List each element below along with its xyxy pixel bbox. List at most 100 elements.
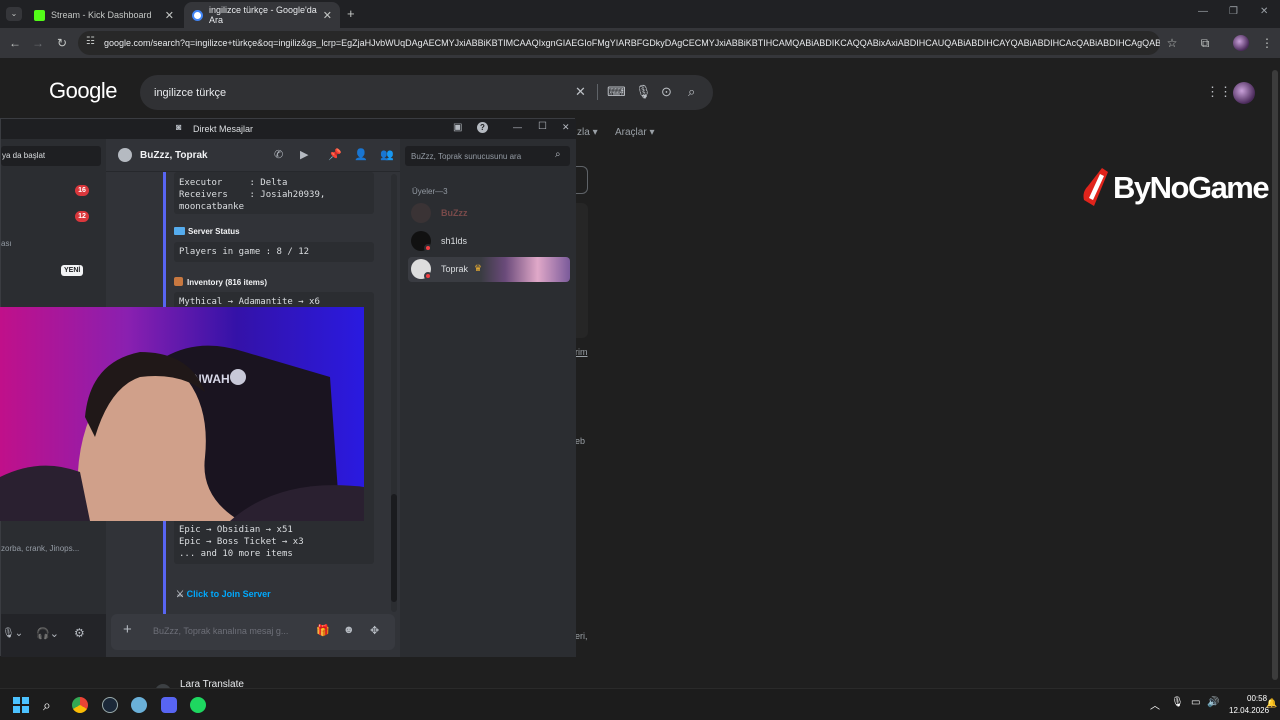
spotify-icon[interactable] [190, 697, 206, 713]
server-search-input[interactable]: BuZzz, Toprak sunucusunu ara ⌕ [405, 146, 570, 166]
gift-icon[interactable]: 🎁 [316, 624, 330, 637]
dm-search-input[interactable]: ya da başlat [1, 146, 101, 166]
join-server-link[interactable]: ⚔ Click to Join Server [176, 589, 271, 600]
windows-start-icon[interactable] [13, 697, 29, 713]
inbox-icon: ◙ [176, 122, 182, 132]
member-row[interactable]: Toprak ♛ [408, 257, 570, 282]
result-card-edge [575, 166, 588, 194]
settings-gear-icon[interactable]: ⚙ [74, 626, 85, 640]
search-icon[interactable]: ⌕ [688, 84, 695, 100]
app-icon[interactable] [131, 697, 147, 713]
lens-camera-icon[interactable]: ⊙ [661, 84, 672, 100]
clock-date[interactable]: 12.04.2026 [1229, 706, 1269, 715]
minimize-button[interactable]: — [513, 122, 522, 132]
extensions-icon[interactable]: ⧉ [1196, 34, 1214, 52]
close-window-button[interactable]: ✕ [1260, 6, 1268, 17]
bynogame-emblem [1080, 166, 1110, 210]
forward-icon[interactable]: → [29, 34, 47, 52]
crown-icon: ♛ [474, 263, 483, 273]
maximize-button[interactable]: ❐ [1229, 6, 1238, 17]
webcam-feed: NWAH [0, 307, 364, 521]
member-name: Toprak [441, 264, 469, 274]
microphone-icon[interactable]: 🎙⌄ [2, 628, 23, 639]
message-input[interactable]: BuZzz, Toprak kanalına mesaj g... [153, 626, 288, 636]
computer-icon [174, 227, 185, 235]
clear-search-icon[interactable]: ✕ [575, 84, 586, 100]
members-header: Üyeler—3 [412, 187, 448, 196]
dm-names-line[interactable]: zorba, crank, Jinops... [1, 544, 79, 553]
maximize-button[interactable]: ☐ [538, 121, 547, 132]
member-name: BuZzz [441, 208, 468, 218]
reload-icon[interactable]: ↻ [53, 34, 71, 52]
link-icon: ⚔ [176, 589, 187, 599]
member-name: sh1lds [441, 236, 468, 246]
divider [597, 84, 598, 100]
chat-scrollbar-thumb[interactable] [391, 494, 397, 602]
code-block: Executor : Delta Receivers : Josiah20939… [174, 172, 374, 214]
volume-icon[interactable]: 🔊 [1207, 697, 1219, 708]
message-composer[interactable]: + BuZzz, Toprak kanalına mesaj g... 🎁 ☻ … [111, 614, 395, 650]
bookmark-star-icon[interactable]: ☆ [1163, 34, 1181, 52]
member-list-icon[interactable]: 👥 [380, 148, 394, 161]
voice-call-icon[interactable]: ✆ [274, 148, 283, 161]
result-fragment: eb [575, 436, 586, 446]
tools-button[interactable]: Araçlar ▾ [615, 127, 655, 138]
close-icon[interactable]: ✕ [165, 9, 174, 22]
member-row[interactable]: sh1lds [408, 229, 570, 253]
tab-kick-dashboard[interactable]: Stream - Kick Dashboard ✕ [26, 2, 182, 28]
back-icon[interactable]: ← [6, 34, 24, 52]
bynogame-logo: ByNoGame [1080, 162, 1280, 214]
tab-google-search[interactable]: ingilizce türkçe - Google'da Ara ✕ [184, 2, 340, 28]
video-call-icon[interactable]: ▶ [300, 148, 308, 161]
apps-icon[interactable]: ✥ [370, 624, 379, 637]
bynogame-wordmark: ByNoGame [1113, 170, 1270, 205]
unread-badge: 16 [75, 185, 89, 196]
add-friends-icon[interactable]: 👤 [354, 148, 368, 161]
sidebar-item-label[interactable]: ası [1, 239, 12, 248]
minimize-button[interactable]: — [1198, 6, 1208, 17]
attach-plus-icon[interactable]: + [123, 621, 132, 638]
browser-toolbar: ← → ↻ ☷ google.com/search?q=ingilizce+tü… [0, 28, 1280, 58]
tab-partial[interactable]: zla ▾ [577, 127, 598, 138]
notification-bell-icon[interactable]: 🔔 [1266, 698, 1277, 709]
tab-title: Stream - Kick Dashboard [51, 10, 152, 20]
chrome-icon[interactable] [72, 697, 88, 713]
google-account-avatar[interactable] [1233, 82, 1255, 104]
kick-icon [34, 9, 45, 21]
profile-avatar[interactable] [1233, 35, 1249, 51]
result-fragment: eri, [575, 631, 588, 641]
inbox-tray-icon[interactable]: ▣ [453, 122, 462, 133]
headphones-icon[interactable]: 🎧⌄ [36, 627, 59, 640]
google-logo[interactable]: Google [49, 78, 117, 104]
microphone-tray-icon[interactable]: 🎙 [1171, 697, 1184, 708]
clock-time[interactable]: 00:58 [1247, 694, 1267, 703]
tab-search-icon[interactable]: ⌄ [6, 7, 22, 21]
network-icon[interactable]: ▭ [1191, 697, 1200, 708]
window-title: Direkt Mesajlar [193, 124, 254, 134]
new-tab-button[interactable]: + [347, 6, 355, 21]
close-window-button[interactable]: ✕ [562, 122, 570, 133]
help-icon[interactable]: ? [477, 122, 488, 133]
microphone-icon[interactable]: 🎙 [635, 84, 652, 100]
address-bar[interactable]: ☷ google.com/search?q=ingilizce+türkçe&o… [78, 31, 1160, 55]
pin-icon[interactable]: 📌 [328, 148, 342, 161]
group-dm-icon [118, 148, 132, 162]
member-row[interactable]: BuZzz [408, 201, 570, 225]
code-text: Executor : Delta Receivers : Josiah20939… [179, 178, 326, 212]
search-icon[interactable]: ⌕ [43, 697, 59, 713]
steam-icon[interactable] [102, 697, 118, 713]
close-icon[interactable]: ✕ [323, 9, 332, 22]
discord-icon[interactable] [161, 697, 177, 713]
dnd-status-icon [424, 272, 432, 280]
code-block: Players in game : 8 / 12 [174, 242, 374, 262]
tray-overflow-icon[interactable]: ︿ [1150, 697, 1160, 712]
site-info-icon[interactable]: ☷ [86, 36, 95, 47]
apps-grid-icon[interactable]: ⋮⋮ [1206, 84, 1232, 100]
webcam-overlay: NWAH [0, 307, 364, 521]
emoji-icon[interactable]: ☻ [343, 624, 355, 636]
search-input[interactable]: ingilizce türkçe [140, 75, 713, 110]
keyboard-icon[interactable]: ⌨ [607, 84, 626, 100]
menu-kebab-icon[interactable]: ⋮ [1258, 34, 1276, 52]
url-text: google.com/search?q=ingilizce+türkçe&oq=… [104, 38, 1160, 48]
new-badge: YENİ [61, 265, 84, 276]
